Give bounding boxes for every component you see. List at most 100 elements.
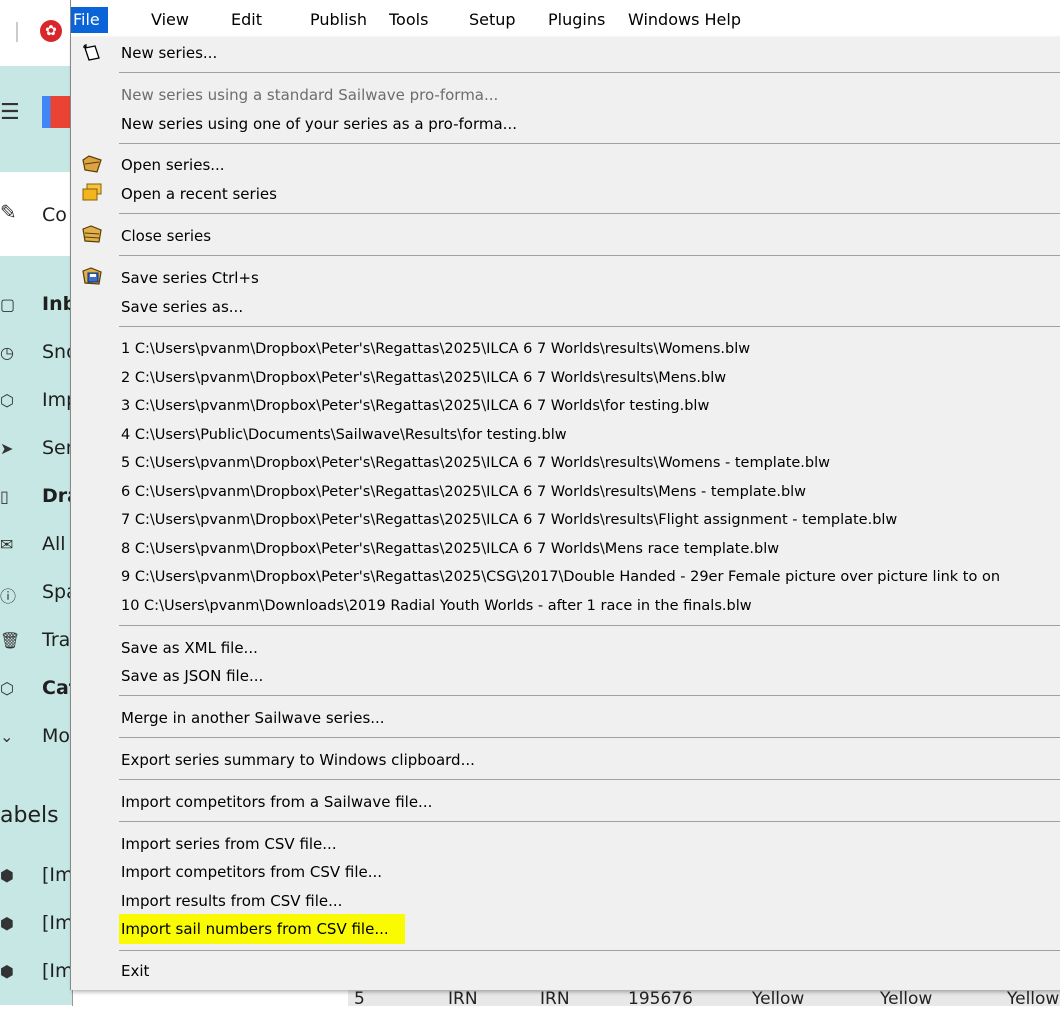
menu-item-import-competitors-csv[interactable]: Import competitors from CSV file...: [121, 860, 382, 884]
sidebar-item-label: Mo: [42, 725, 71, 747]
menubar: File View Edit Publish Tools Setup Plugins Wind…: [70, 0, 1060, 37]
sidebar-item[interactable]: ✉ All: [0, 527, 72, 567]
recent-file-item[interactable]: 2 C:\Users\pvanm\Dropbox\Peter's\Regatta…: [121, 366, 726, 390]
save-disk-icon: [82, 267, 102, 285]
chevron-icon: ⌄: [0, 727, 14, 746]
menu-item-save-json[interactable]: Save as JSON file...: [121, 664, 263, 688]
label-item[interactable]: ⬢ [Im: [0, 906, 74, 946]
recent-file-item[interactable]: 6 C:\Users\pvanm\Dropbox\Peter's\Regatta…: [121, 480, 806, 504]
recent-file-item[interactable]: 9 C:\Users\pvanm\Dropbox\Peter's\Regatta…: [121, 565, 1000, 589]
gmail-logo: [42, 96, 70, 128]
menu-edit[interactable]: Edit: [231, 10, 262, 29]
menu-item-open-recent[interactable]: Open a recent series: [121, 182, 277, 206]
menu-plugins[interactable]: Plugins: [548, 10, 605, 29]
menu-view[interactable]: View: [151, 10, 189, 29]
menu-file[interactable]: File: [71, 7, 108, 33]
label-tag-icon: ⬢: [0, 962, 14, 981]
recent-file-item[interactable]: 1 C:\Users\pvanm\Dropbox\Peter's\Regatta…: [121, 337, 750, 361]
recent-file-item[interactable]: 5 C:\Users\pvanm\Dropbox\Peter's\Regatta…: [121, 451, 830, 475]
menu-item-import-results-csv[interactable]: Import results from CSV file...: [121, 889, 342, 913]
label-item-text: [Im: [42, 912, 74, 934]
sidebar-item-label: All: [42, 533, 66, 555]
menu-separator: [119, 625, 1060, 626]
sidebar-item[interactable]: ➤ Sen: [0, 431, 78, 471]
recent-file-item[interactable]: 10 C:\Users\pvanm\Downloads\2019 Radial …: [121, 594, 752, 618]
menu-item-save-series-as[interactable]: Save series as...: [121, 295, 243, 319]
mail-icon: ✉: [0, 535, 14, 554]
label-item[interactable]: ⬢ [Im: [0, 954, 74, 994]
label-icon: ⬡: [0, 391, 14, 410]
menu-separator: [119, 779, 1060, 780]
menu-separator: [119, 326, 1060, 327]
menu-item-new-series[interactable]: New series...: [121, 41, 217, 65]
table-cell: 195676: [628, 989, 693, 1009]
sidebar-item[interactable]: ▢ Inb: [0, 287, 76, 327]
menu-item-open-series[interactable]: Open series...: [121, 153, 225, 177]
close-folder-icon: [82, 225, 102, 243]
file-menu-dropdown: New series... New series using a standar…: [70, 37, 1060, 990]
trash-icon: 🗑: [0, 631, 21, 650]
menu-item-export-summary[interactable]: Export series summary to Windows clipboa…: [121, 748, 475, 772]
sidebar-item[interactable]: ⌄ Mo: [0, 719, 72, 759]
alert-icon: ⓘ: [0, 587, 17, 606]
menu-item-import-competitors-sailwave[interactable]: Import competitors from a Sailwave file.…: [121, 790, 432, 814]
recent-file-item[interactable]: 3 C:\Users\pvanm\Dropbox\Peter's\Regatta…: [121, 394, 709, 418]
menu-item-close-series[interactable]: Close series: [121, 224, 211, 248]
compose-button[interactable]: ✎ Co: [0, 172, 72, 256]
label-icon: ⬡: [0, 679, 14, 698]
sidebar-item[interactable]: ⓘ Spa: [0, 575, 78, 615]
table-cell: Yellow: [752, 989, 805, 1009]
browser-tab-favicon-icon: ✿: [40, 20, 62, 42]
pencil-icon: ✎: [0, 200, 17, 224]
open-folder-icon: [82, 155, 102, 173]
menu-separator: [119, 695, 1060, 696]
file-icon: ▯: [0, 487, 9, 506]
menu-item-import-series-csv[interactable]: Import series from CSV file...: [121, 832, 337, 856]
menu-item-merge[interactable]: Merge in another Sailwave series...: [121, 706, 385, 730]
menu-item-new-from-proforma: New series using a standard Sailwave pro…: [121, 86, 499, 104]
send-icon: ➤: [0, 439, 14, 458]
menu-separator: [119, 821, 1060, 822]
compose-label: Co: [42, 204, 67, 226]
menu-setup[interactable]: Setup: [469, 10, 516, 29]
label-tag-icon: ⬢: [0, 866, 14, 885]
recent-file-item[interactable]: 7 C:\Users\pvanm\Dropbox\Peter's\Regatta…: [121, 508, 897, 532]
table-cell: IRN: [540, 989, 570, 1009]
menu-separator: [119, 737, 1060, 738]
table-cell: 5: [354, 989, 365, 1009]
label-item-text: [Im: [42, 864, 74, 886]
sidebar-item[interactable]: ◷ Sno: [0, 335, 78, 375]
new-document-icon: [83, 44, 100, 61]
tab-divider: [16, 22, 18, 42]
sidebar-item[interactable]: ⬡ Cat: [0, 671, 78, 711]
menu-item-save-series[interactable]: Save series Ctrl+s: [121, 266, 259, 290]
recent-file-item[interactable]: 4 C:\Users\Public\Documents\Sailwave\Res…: [121, 423, 567, 447]
label-item-text: [Im: [42, 960, 74, 982]
menu-item-import-sailnumbers-csv[interactable]: Import sail numbers from CSV file...: [119, 914, 405, 944]
menu-separator: [119, 255, 1060, 256]
table-cell: Yellow: [880, 989, 933, 1009]
recent-folders-icon: [82, 183, 102, 201]
menu-item-new-from-series[interactable]: New series using one of your series as a…: [121, 112, 517, 136]
sidebar-item[interactable]: ⬡ Imp: [0, 383, 78, 423]
menu-item-exit[interactable]: Exit: [121, 959, 149, 983]
sidebar-item[interactable]: ▯ Dra: [0, 479, 80, 519]
menu-separator: [119, 213, 1060, 214]
menu-windows-help[interactable]: Windows Help: [628, 10, 741, 29]
hamburger-menu-icon[interactable]: ☰: [0, 100, 20, 125]
clock-icon: ◷: [0, 343, 14, 362]
menu-separator: [119, 950, 1060, 951]
menu-publish[interactable]: Publish: [310, 10, 367, 29]
menu-tools[interactable]: Tools: [389, 10, 428, 29]
table-cell: IRN: [448, 989, 478, 1009]
recent-file-item[interactable]: 8 C:\Users\pvanm\Dropbox\Peter's\Regatta…: [121, 537, 779, 561]
sidebar-item[interactable]: 🗑 Tra: [0, 623, 72, 663]
label-item[interactable]: ⬢ [Im: [0, 858, 74, 898]
sidebar-item-label: Tra: [42, 629, 71, 651]
label-tag-icon: ⬢: [0, 914, 14, 933]
menu-item-save-xml[interactable]: Save as XML file...: [121, 636, 258, 660]
table-cell: Yellow: [1007, 989, 1060, 1009]
labels-heading: abels: [0, 803, 59, 828]
inbox-icon: ▢: [0, 295, 16, 314]
menu-separator: [119, 143, 1060, 144]
